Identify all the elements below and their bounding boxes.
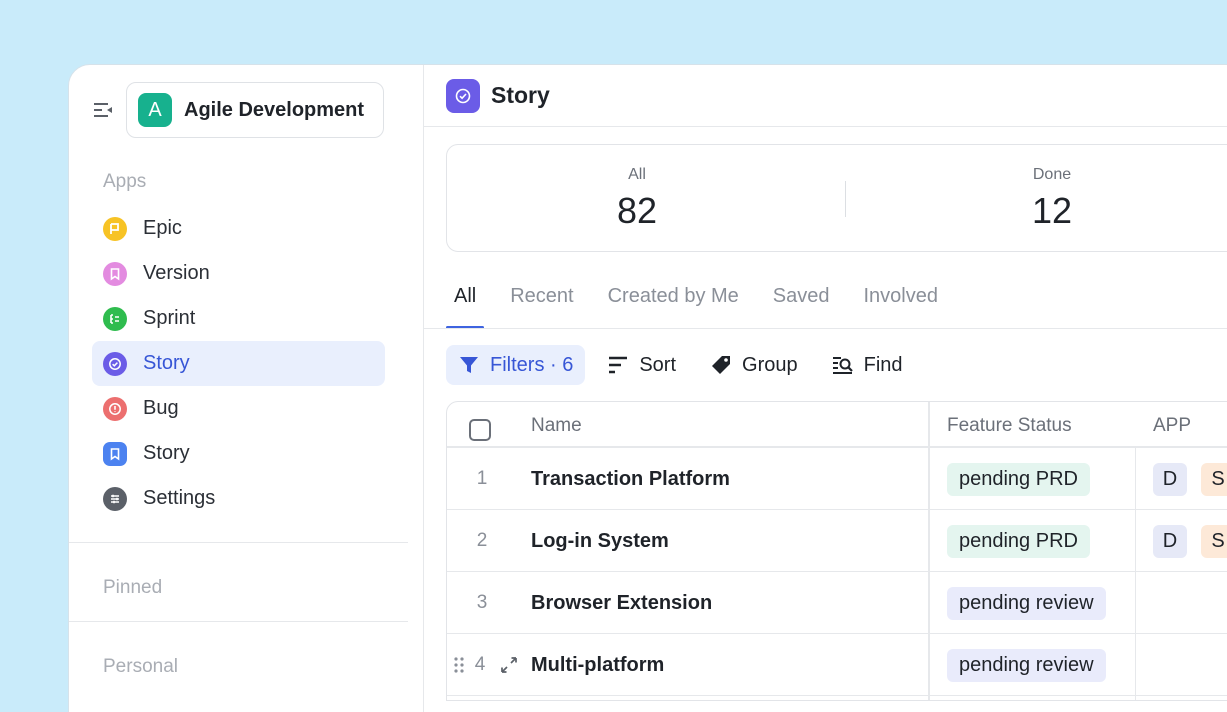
status-badge[interactable]: pending PRD xyxy=(947,525,1090,558)
collapse-sidebar-icon[interactable] xyxy=(91,99,115,123)
stat-done[interactable]: Done 12 xyxy=(952,145,1152,232)
sidebar-item-story[interactable]: Story xyxy=(92,341,385,386)
row-name[interactable]: Multi-platform xyxy=(531,654,664,677)
sort-icon xyxy=(609,356,628,374)
row-index: 2 xyxy=(476,530,488,551)
sidebar-item-epic[interactable]: Epic xyxy=(92,206,385,251)
find-icon xyxy=(832,357,853,374)
sidebar: A Agile Development Apps Epic Version Sp… xyxy=(69,65,424,712)
sidebar-item-settings[interactable]: Settings xyxy=(92,476,385,521)
app-window: A Agile Development Apps Epic Version Sp… xyxy=(68,64,1227,712)
sidebar-item-version[interactable]: Version xyxy=(92,251,385,296)
sidebar-item-sprint[interactable]: Sprint xyxy=(92,296,385,341)
tab-saved[interactable]: Saved xyxy=(773,275,830,329)
list-icon xyxy=(103,306,127,331)
sidebar-item-label: Sprint xyxy=(143,307,196,329)
select-all-checkbox[interactable] xyxy=(469,419,491,441)
filters-label: Filters · 6 xyxy=(490,353,574,376)
stats-panel: All 82 Done 12 xyxy=(446,144,1227,252)
stat-divider xyxy=(845,181,846,217)
alert-icon xyxy=(103,396,127,421)
table-row[interactable]: 3 Browser Extension pending review xyxy=(447,572,1227,634)
workspace-name: Agile Development xyxy=(184,98,365,121)
table-header: Name Feature Status APP xyxy=(447,402,1227,448)
column-header-app[interactable]: APP xyxy=(1153,415,1191,437)
tabs-divider xyxy=(424,328,1227,329)
table-row[interactable]: 4 Multi-platform pending review xyxy=(447,634,1227,696)
app-tag[interactable]: S xyxy=(1201,463,1227,496)
filter-icon xyxy=(460,357,478,373)
app-tag[interactable]: D xyxy=(1153,525,1187,558)
sidebar-item-label: Bug xyxy=(143,397,179,419)
filters-button[interactable]: Filters · 6 xyxy=(446,345,586,385)
sidebar-item-label: Version xyxy=(143,262,210,284)
check-circle-icon xyxy=(103,351,127,376)
tab-created-by-me[interactable]: Created by Me xyxy=(608,275,739,329)
expand-icon[interactable] xyxy=(499,655,519,680)
view-tabs: All Recent Created by Me Saved Involved xyxy=(446,275,1227,329)
column-header-name[interactable]: Name xyxy=(531,415,582,437)
sort-label: Sort xyxy=(639,353,677,376)
stat-value: 82 xyxy=(616,190,658,231)
stat-all[interactable]: All 82 xyxy=(537,145,737,232)
tab-involved[interactable]: Involved xyxy=(864,275,939,329)
find-button[interactable]: Find xyxy=(820,345,915,385)
row-index: 1 xyxy=(476,468,488,489)
bookmark-icon xyxy=(103,261,127,286)
header: Story xyxy=(424,65,1227,127)
column-header-feature-status[interactable]: Feature Status xyxy=(947,415,1072,437)
apps-nav: Epic Version Sprint Story Bug Story Sett… xyxy=(92,206,385,521)
story-app-icon xyxy=(446,78,480,113)
group-label: Group xyxy=(742,353,798,376)
story-table: Name Feature Status APP 1 Transaction Pl… xyxy=(446,401,1227,701)
divider xyxy=(69,621,408,622)
tab-recent[interactable]: Recent xyxy=(510,275,573,329)
row-name[interactable]: Log-in System xyxy=(531,530,669,553)
personal-section-label: Personal xyxy=(103,656,178,677)
stat-label: All xyxy=(628,166,646,183)
stat-value: 12 xyxy=(1031,190,1073,231)
row-name[interactable]: Browser Extension xyxy=(531,592,712,615)
stat-label: Done xyxy=(1032,166,1072,183)
flag-icon xyxy=(103,216,127,241)
bookmark-icon xyxy=(103,441,127,466)
status-badge[interactable]: pending PRD xyxy=(947,463,1090,496)
toolbar: Filters · 6 Sort Group Find xyxy=(446,345,925,385)
sidebar-item-story-2[interactable]: Story xyxy=(92,431,385,476)
status-badge[interactable]: pending review xyxy=(947,649,1106,682)
sliders-icon xyxy=(103,486,127,511)
tag-icon xyxy=(712,356,731,374)
sidebar-item-label: Story xyxy=(143,352,190,374)
page-title: Story xyxy=(491,82,550,108)
main-content: Story All 82 Done 12 All Recent Created … xyxy=(424,65,1227,712)
tab-all[interactable]: All xyxy=(446,275,485,329)
table-row[interactable]: 2 Log-in System pending PRD D S xyxy=(447,510,1227,572)
sidebar-item-bug[interactable]: Bug xyxy=(92,386,385,431)
sidebar-item-label: Settings xyxy=(143,487,216,509)
row-index: 4 xyxy=(474,654,486,675)
app-tag[interactable]: D xyxy=(1153,463,1187,496)
sort-button[interactable]: Sort xyxy=(595,345,688,385)
status-badge[interactable]: pending review xyxy=(947,587,1106,620)
sidebar-item-label: Epic xyxy=(143,217,182,239)
group-button[interactable]: Group xyxy=(698,345,810,385)
row-index: 3 xyxy=(476,592,488,613)
sidebar-item-label: Story xyxy=(143,442,190,464)
drag-handle-icon[interactable] xyxy=(453,656,465,679)
workspace-switcher[interactable]: A Agile Development xyxy=(126,82,384,138)
find-label: Find xyxy=(863,353,903,376)
row-name[interactable]: Transaction Platform xyxy=(531,468,730,491)
pinned-section-label: Pinned xyxy=(103,577,163,598)
workspace-avatar: A xyxy=(138,93,172,127)
divider xyxy=(69,542,408,543)
table-row[interactable]: 1 Transaction Platform pending PRD D S xyxy=(447,448,1227,510)
apps-section-label: Apps xyxy=(103,171,147,192)
app-tag[interactable]: S xyxy=(1201,525,1227,558)
